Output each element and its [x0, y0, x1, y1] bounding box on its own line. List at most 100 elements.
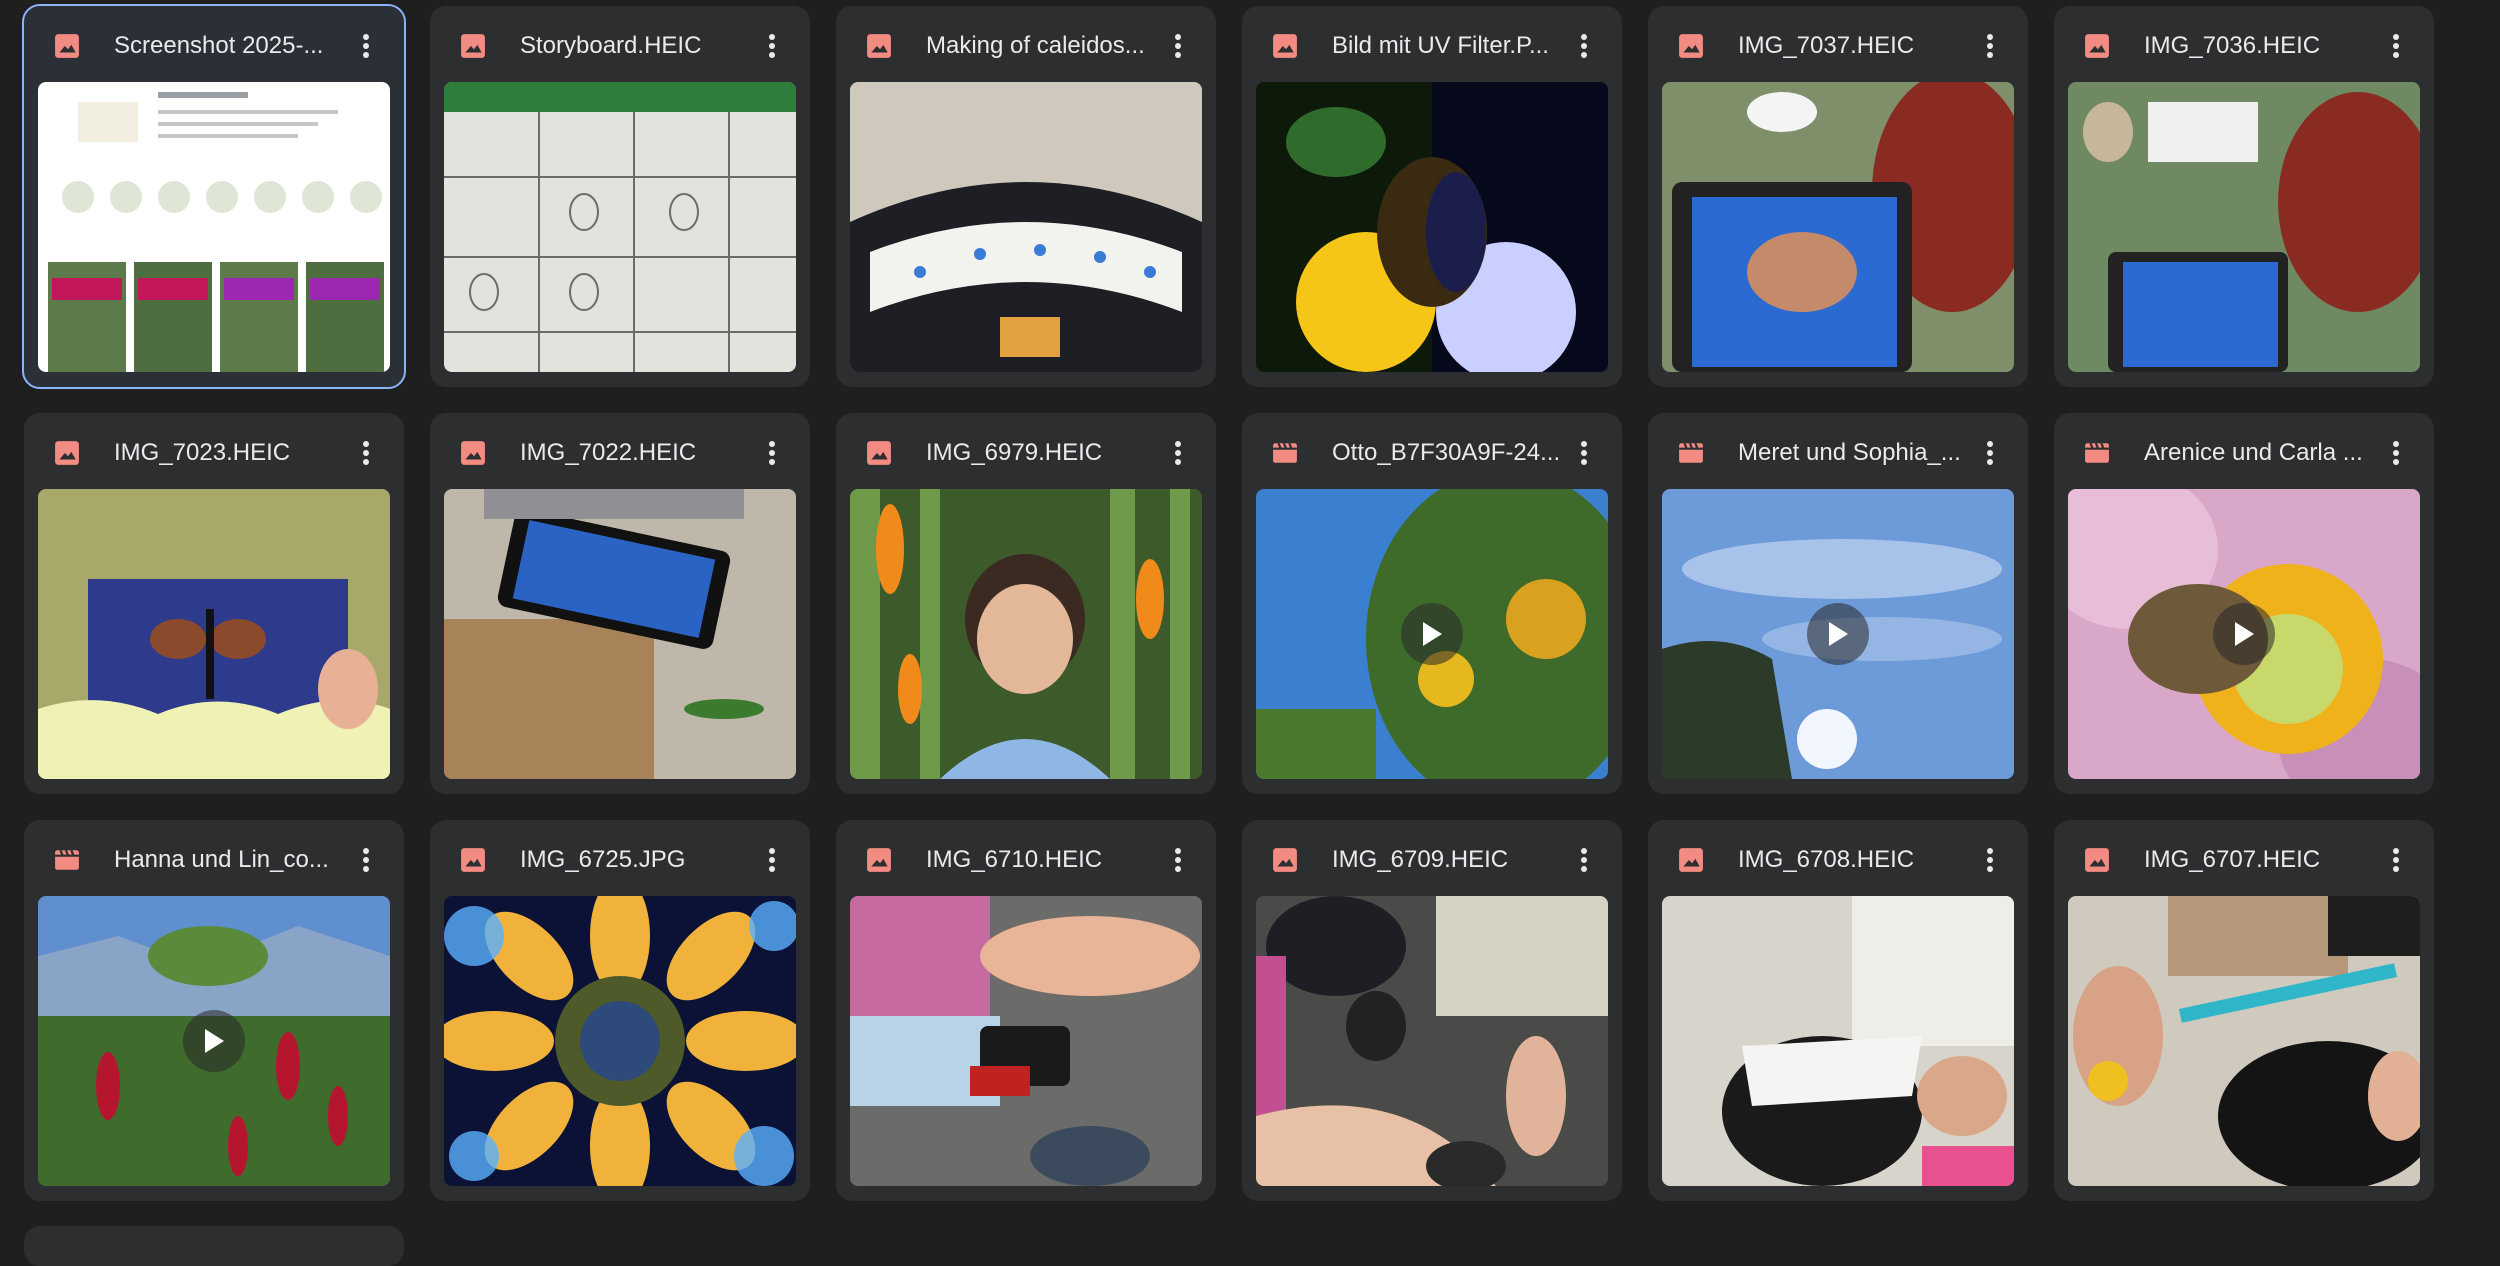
- more-vert-icon[interactable]: [1162, 844, 1194, 876]
- more-vert-icon[interactable]: [2380, 437, 2412, 469]
- file-thumbnail[interactable]: [38, 489, 390, 779]
- file-name: IMG_7036.HEIC: [2144, 32, 2321, 59]
- file-name: IMG_6709.HEIC: [1332, 846, 1509, 873]
- file-name: Bild mit UV Filter.P...: [1332, 32, 1549, 59]
- file-card[interactable]: Otto_B7F30A9F-24...: [1242, 413, 1622, 794]
- more-vert-icon[interactable]: [1162, 437, 1194, 469]
- image-file-icon: [1678, 33, 1704, 59]
- card-header: IMG_7023.HEIC: [24, 413, 404, 489]
- file-card[interactable]: IMG_7036.HEIC: [2054, 6, 2434, 387]
- file-thumbnail[interactable]: [2068, 82, 2420, 372]
- file-card[interactable]: IMG_6709.HEIC: [1242, 820, 1622, 1201]
- file-thumbnail[interactable]: [1256, 896, 1608, 1186]
- video-file-icon: [54, 847, 80, 873]
- file-thumbnail[interactable]: [444, 489, 796, 779]
- more-vert-icon[interactable]: [756, 437, 788, 469]
- file-name: IMG_6979.HEIC: [926, 439, 1103, 466]
- file-card[interactable]: Arenice und Carla ...: [2054, 413, 2434, 794]
- more-vert-icon[interactable]: [1974, 844, 2006, 876]
- more-vert-icon[interactable]: [2380, 844, 2412, 876]
- more-vert-icon[interactable]: [350, 30, 382, 62]
- file-card[interactable]: IMG_6707.HEIC: [2054, 820, 2434, 1201]
- card-header: IMG_6707.HEIC: [2054, 820, 2434, 896]
- file-thumbnail[interactable]: [1256, 82, 1608, 372]
- card-header: Arenice und Carla ...: [2054, 413, 2434, 489]
- file-card[interactable]: Meret und Sophia_...: [1648, 413, 2028, 794]
- file-card[interactable]: IMG_7022.HEIC: [430, 413, 810, 794]
- file-card[interactable]: IMG_6708.HEIC: [1648, 820, 2028, 1201]
- card-header: Meret und Sophia_...: [1648, 413, 2028, 489]
- more-vert-icon[interactable]: [1568, 844, 1600, 876]
- file-thumbnail[interactable]: [850, 489, 1202, 779]
- play-icon[interactable]: [183, 1010, 245, 1072]
- file-thumbnail[interactable]: [850, 82, 1202, 372]
- file-card[interactable]: IMG_6710.HEIC: [836, 820, 1216, 1201]
- more-vert-icon[interactable]: [756, 844, 788, 876]
- card-header: Bild mit UV Filter.P...: [1242, 6, 1622, 82]
- image-file-icon: [460, 440, 486, 466]
- card-header: Storyboard.HEIC: [430, 6, 810, 82]
- more-vert-icon[interactable]: [756, 30, 788, 62]
- file-card[interactable]: IMG_7037.HEIC: [1648, 6, 2028, 387]
- image-file-icon: [866, 33, 892, 59]
- file-thumbnail[interactable]: [1662, 896, 2014, 1186]
- video-file-icon: [2084, 440, 2110, 466]
- card-header: IMG_6979.HEIC: [836, 413, 1216, 489]
- video-file-icon: [1272, 440, 1298, 466]
- file-thumbnail[interactable]: [1662, 489, 2014, 779]
- file-name: Meret und Sophia_...: [1738, 439, 1961, 466]
- image-file-icon: [54, 33, 80, 59]
- file-card[interactable]: Making of caleidos...: [836, 6, 1216, 387]
- image-file-icon: [866, 847, 892, 873]
- file-thumbnail[interactable]: [444, 896, 796, 1186]
- card-header: Making of caleidos...: [836, 6, 1216, 82]
- file-card[interactable]: Storyboard.HEIC: [430, 6, 810, 387]
- more-vert-icon[interactable]: [1568, 30, 1600, 62]
- image-file-icon: [866, 440, 892, 466]
- card-header: IMG_6709.HEIC: [1242, 820, 1622, 896]
- file-thumbnail[interactable]: [38, 82, 390, 372]
- file-card[interactable]: Hanna und Lin_co...: [24, 820, 404, 1201]
- image-file-icon: [1678, 847, 1704, 873]
- more-vert-icon[interactable]: [1974, 437, 2006, 469]
- file-name: IMG_6707.HEIC: [2144, 846, 2321, 873]
- image-file-icon: [1272, 847, 1298, 873]
- more-vert-icon[interactable]: [350, 844, 382, 876]
- file-thumbnail[interactable]: [444, 82, 796, 372]
- file-thumbnail[interactable]: [2068, 489, 2420, 779]
- file-name: Arenice und Carla ...: [2144, 439, 2363, 466]
- file-thumbnail[interactable]: [1662, 82, 2014, 372]
- file-grid: Screenshot 2025-... Storyboard.HEIC Maki…: [22, 4, 2434, 1201]
- file-name: IMG_7022.HEIC: [520, 439, 697, 466]
- card-header: Screenshot 2025-...: [24, 6, 404, 82]
- file-card[interactable]: Bild mit UV Filter.P...: [1242, 6, 1622, 387]
- file-card[interactable]: Screenshot 2025-...: [22, 4, 406, 389]
- file-card-partial[interactable]: [24, 1226, 404, 1266]
- file-thumbnail[interactable]: [2068, 896, 2420, 1186]
- file-name: Storyboard.HEIC: [520, 32, 702, 59]
- more-vert-icon[interactable]: [1974, 30, 2006, 62]
- card-header: Hanna und Lin_co...: [24, 820, 404, 896]
- play-icon[interactable]: [1401, 603, 1463, 665]
- more-vert-icon[interactable]: [1162, 30, 1194, 62]
- card-header: IMG_7036.HEIC: [2054, 6, 2434, 82]
- file-card[interactable]: IMG_6979.HEIC: [836, 413, 1216, 794]
- image-file-icon: [460, 847, 486, 873]
- card-header: IMG_6708.HEIC: [1648, 820, 2028, 896]
- file-card[interactable]: IMG_6725.JPG: [430, 820, 810, 1201]
- more-vert-icon[interactable]: [2380, 30, 2412, 62]
- file-thumbnail[interactable]: [850, 896, 1202, 1186]
- more-vert-icon[interactable]: [350, 437, 382, 469]
- file-name: IMG_6708.HEIC: [1738, 846, 1915, 873]
- file-thumbnail[interactable]: [1256, 489, 1608, 779]
- image-file-icon: [1272, 33, 1298, 59]
- play-icon[interactable]: [2213, 603, 2275, 665]
- image-file-icon: [54, 440, 80, 466]
- card-header: IMG_6710.HEIC: [836, 820, 1216, 896]
- play-icon[interactable]: [1807, 603, 1869, 665]
- more-vert-icon[interactable]: [1568, 437, 1600, 469]
- file-name: IMG_6710.HEIC: [926, 846, 1103, 873]
- file-thumbnail[interactable]: [38, 896, 390, 1186]
- video-file-icon: [1678, 440, 1704, 466]
- file-card[interactable]: IMG_7023.HEIC: [24, 413, 404, 794]
